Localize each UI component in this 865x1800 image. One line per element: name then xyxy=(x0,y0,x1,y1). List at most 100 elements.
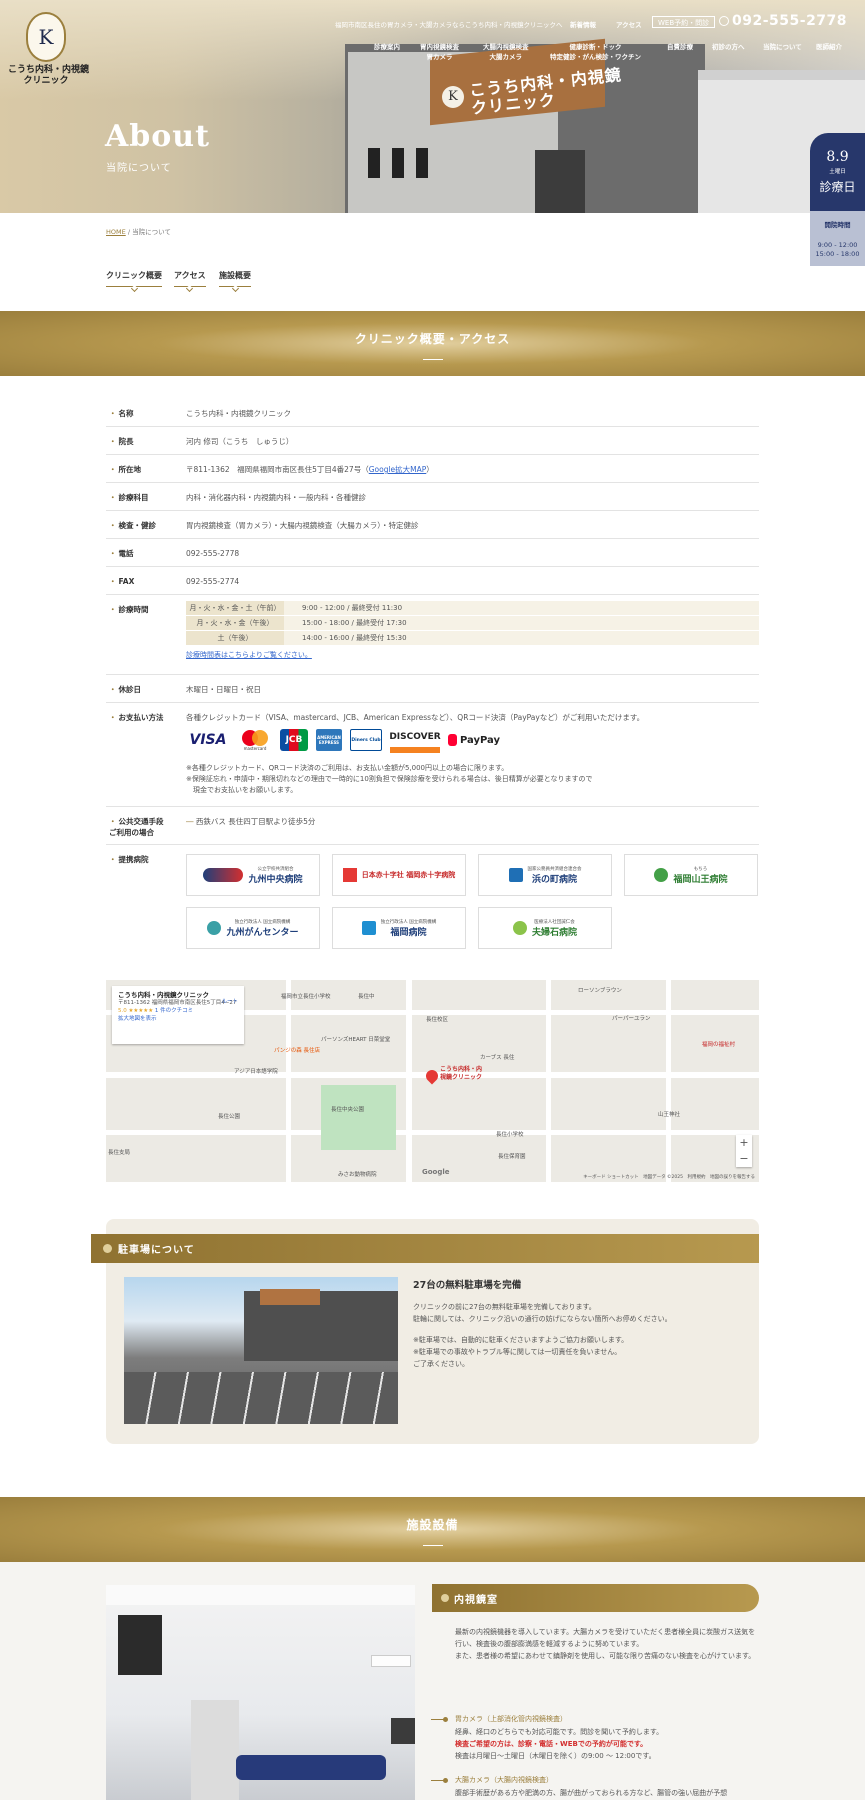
map-road xyxy=(286,980,291,1182)
today-weekday: 土曜日 xyxy=(829,169,846,175)
nav-item-doctor[interactable]: 医師紹介 xyxy=(816,42,842,52)
item-heading: 胃カメラ（上部消化管内視鏡検査） xyxy=(455,1715,567,1723)
partner-hospital-fukuoka-redcross[interactable]: 日本赤十字社 福岡赤十字病院 xyxy=(332,854,466,896)
info-label: 診療科目 xyxy=(109,492,149,503)
section-divider xyxy=(422,359,443,360)
map-attribution: キーボード ショートカット 地図データ ©2025 利用規約 地図の誤りを報告す… xyxy=(583,1175,755,1180)
mastercard-circles-icon xyxy=(242,729,268,746)
chevron-down-icon xyxy=(231,284,239,293)
zoom-out-button[interactable]: − xyxy=(736,1151,752,1167)
place-reviews-link[interactable]: 1 件のクチコミ xyxy=(155,1008,193,1014)
partner-hospital-fukuoka-national[interactable]: 独立行政法人 国立病院機構 福岡病院 xyxy=(332,907,466,949)
site-logo[interactable]: K こうち内科・内視鏡 クリニック xyxy=(8,12,89,87)
building-entrance xyxy=(535,150,585,213)
parking-heading: 27台の無料駐車場を完備 xyxy=(413,1280,522,1291)
access-link[interactable]: アクセス xyxy=(616,19,642,29)
nav-item-checkup[interactable]: 健康診断・ドック 特定健診・がん検診・ワクチン xyxy=(550,42,641,62)
tel-link[interactable]: 092-555-2778 xyxy=(186,548,239,560)
nav-item-services[interactable]: 診療案内 xyxy=(374,42,400,52)
info-row-name: 名称 こうち内科・内視鏡クリニック xyxy=(106,399,759,427)
building-window xyxy=(416,148,428,178)
paypay-icon xyxy=(448,734,457,746)
google-map[interactable]: 福岡市立長住小学校 長住校区 長住中 パーソンズHEART 日菜堂堂 カーブス … xyxy=(106,980,759,1182)
info-label: 院長 xyxy=(109,436,134,447)
hospital-logo-icon xyxy=(361,921,376,935)
tab-access[interactable]: アクセス xyxy=(174,270,206,293)
tab-label: 施設概要 xyxy=(219,271,251,280)
tab-clinic-overview[interactable]: クリニック概要 xyxy=(106,270,162,293)
bullet-dot-icon xyxy=(443,1778,448,1783)
parking-photo-lot xyxy=(124,1372,398,1424)
red-cross-icon xyxy=(342,868,357,882)
opening-hours-am: 9:00 - 12:00 xyxy=(817,241,858,249)
item-body: 腹部手術歴がある方や肥満の方、腸が曲がっておられる方など、腸管の強い屈曲が予想 xyxy=(455,1787,761,1799)
section-title: クリニック概要・アクセス xyxy=(354,332,511,346)
item-body: 経鼻、経口のどちらでも対応可能です。問診を聞いて予約します。 検査ご希望の方は、… xyxy=(455,1726,761,1762)
place-name: こうち内科・内視鏡クリニック xyxy=(118,991,209,999)
payment-notes: ※各種クレジットカード、QRコード決済のご利用は、お支払い金額が5,000円以上… xyxy=(186,763,593,796)
map-pin-icon[interactable] xyxy=(423,1067,441,1085)
partner-hospital-meotoishi[interactable]: 医療法人社団誠仁会夫婦石病院 xyxy=(478,907,612,949)
breadcrumb-home[interactable]: HOME xyxy=(106,228,126,236)
transport-text: 西鉄バス 長住四丁目駅より徒歩5分 xyxy=(195,817,316,826)
partner-hospital-hamanomachi[interactable]: 国家公務員共済組合連合会 浜の町病院 xyxy=(478,854,612,896)
nav-item-colonoscopy[interactable]: 大腸内視鏡検査 大腸カメラ xyxy=(483,42,529,62)
info-label: お支払い方法 xyxy=(109,712,164,723)
nav-item-first-visit[interactable]: 初診の方へ xyxy=(712,42,745,52)
map-zoom-control[interactable]: + − xyxy=(736,1135,752,1167)
news-link[interactable]: 新着情報 xyxy=(570,19,596,29)
hospital-sub: 医療法人社団誠仁会 xyxy=(534,920,575,925)
photo-xray-viewer xyxy=(391,1718,415,1744)
google-map-link[interactable]: Google拡大MAP xyxy=(369,465,427,474)
schedule-link[interactable]: 診療時間表はこちらよりご覧ください。 xyxy=(186,650,312,660)
hours-day: 月・火・水・金（午後） xyxy=(186,616,284,630)
hours-time: 14:00 - 16:00 / 最終受付 15:30 xyxy=(302,634,407,642)
photo-exam-bed xyxy=(236,1755,386,1780)
info-label: 提携病院 xyxy=(109,854,149,865)
phone-link[interactable]: 092-555-2778 xyxy=(719,13,847,29)
hero-banner: K こうち内科・内視鏡 クリニック xyxy=(0,0,865,213)
phone-icon xyxy=(719,16,729,26)
partner-hospital-kyushu-cancer[interactable]: 独立行政法人 国立病院機構 九州がんセンター xyxy=(186,907,320,949)
info-label: 所在地 xyxy=(109,464,142,475)
amex-logo: AMERICAN EXPRESS xyxy=(316,729,342,751)
item-text: 経鼻、経口のどちらでも対応可能です。問診を聞いて予約します。 xyxy=(455,1728,664,1736)
hospital-name: 夫婦石病院 xyxy=(531,928,577,938)
photo-ceiling xyxy=(106,1585,415,1605)
nav-item-self-pay[interactable]: 自費診療 xyxy=(667,42,693,52)
facility-item-colonoscopy: 大腸カメラ（大腸内視鏡検査） 腹部手術歴がある方や肥満の方、腸が曲がっておられる… xyxy=(431,1774,761,1800)
zoom-in-button[interactable]: + xyxy=(736,1135,752,1151)
directions-link[interactable]: ルート xyxy=(221,998,238,1006)
info-value: 木曜日・日曜日・祝日 xyxy=(186,685,261,694)
page-title: About xyxy=(105,119,210,154)
phone-number: 092-555-2778 xyxy=(732,13,848,29)
web-booking-button[interactable]: WEB予約・問診 xyxy=(652,16,716,28)
partner-hospital-kyushu-chuo[interactable]: 公立学校共済組合 九州中央病院 xyxy=(186,854,320,896)
hospital-logo-icon xyxy=(203,868,244,882)
section-title: 施設設備 xyxy=(406,1518,459,1532)
map-label: ローソンブラウン xyxy=(578,988,622,994)
bullet-dot-icon xyxy=(103,1244,112,1253)
map-label: 福岡市立長住小学校 xyxy=(281,994,331,1000)
facility-item-gastroscopy: 胃カメラ（上部消化管内視鏡検査） 経鼻、経口のどちらでも対応可能です。問診を聞い… xyxy=(431,1713,761,1773)
info-label: 名称 xyxy=(109,408,134,419)
info-value: 〒811-1362 福岡県福岡市南区長住5丁目4番27号（Google拡大MAP… xyxy=(186,464,434,476)
info-row-address: 所在地 〒811-1362 福岡県福岡市南区長住5丁目4番27号（Google拡… xyxy=(106,455,759,483)
info-row-hours: 診療時間 月・火・水・金・土（午前） 9:00 - 12:00 / 最終受付 11… xyxy=(106,595,759,675)
hospital-logo-icon xyxy=(654,868,669,882)
photo-air-conditioner xyxy=(371,1655,411,1667)
endoscopy-room-heading-bar: 内視鏡室 xyxy=(432,1584,759,1612)
partner-hospital-sanno[interactable]: もちろ 福岡山王病院 xyxy=(624,854,758,896)
enlarge-map-link[interactable]: 拡大地図を表示 xyxy=(118,1016,157,1022)
nav-item-gastroscopy[interactable]: 胃内視鏡検査 胃カメラ xyxy=(420,42,459,62)
hospital-name: 日本赤十字社 福岡赤十字病院 xyxy=(361,870,456,879)
section-band-facilities: 施設設備 xyxy=(0,1497,865,1562)
tab-facilities[interactable]: 施設概要 xyxy=(219,270,251,293)
item-booking-note: 検査ご希望の方は、診察・電話・WEBでの予約が可能です。 xyxy=(455,1740,648,1748)
opening-hours-pm: 15:00 - 18:00 xyxy=(815,250,860,258)
hours-table: 月・火・水・金・土（午前） 9:00 - 12:00 / 最終受付 11:30 月… xyxy=(186,601,759,646)
nav-item-about[interactable]: 当院について xyxy=(763,42,802,52)
bullet-dot-icon xyxy=(443,1717,448,1722)
chevron-down-icon xyxy=(130,284,138,293)
visa-logo: VISA xyxy=(189,732,227,748)
